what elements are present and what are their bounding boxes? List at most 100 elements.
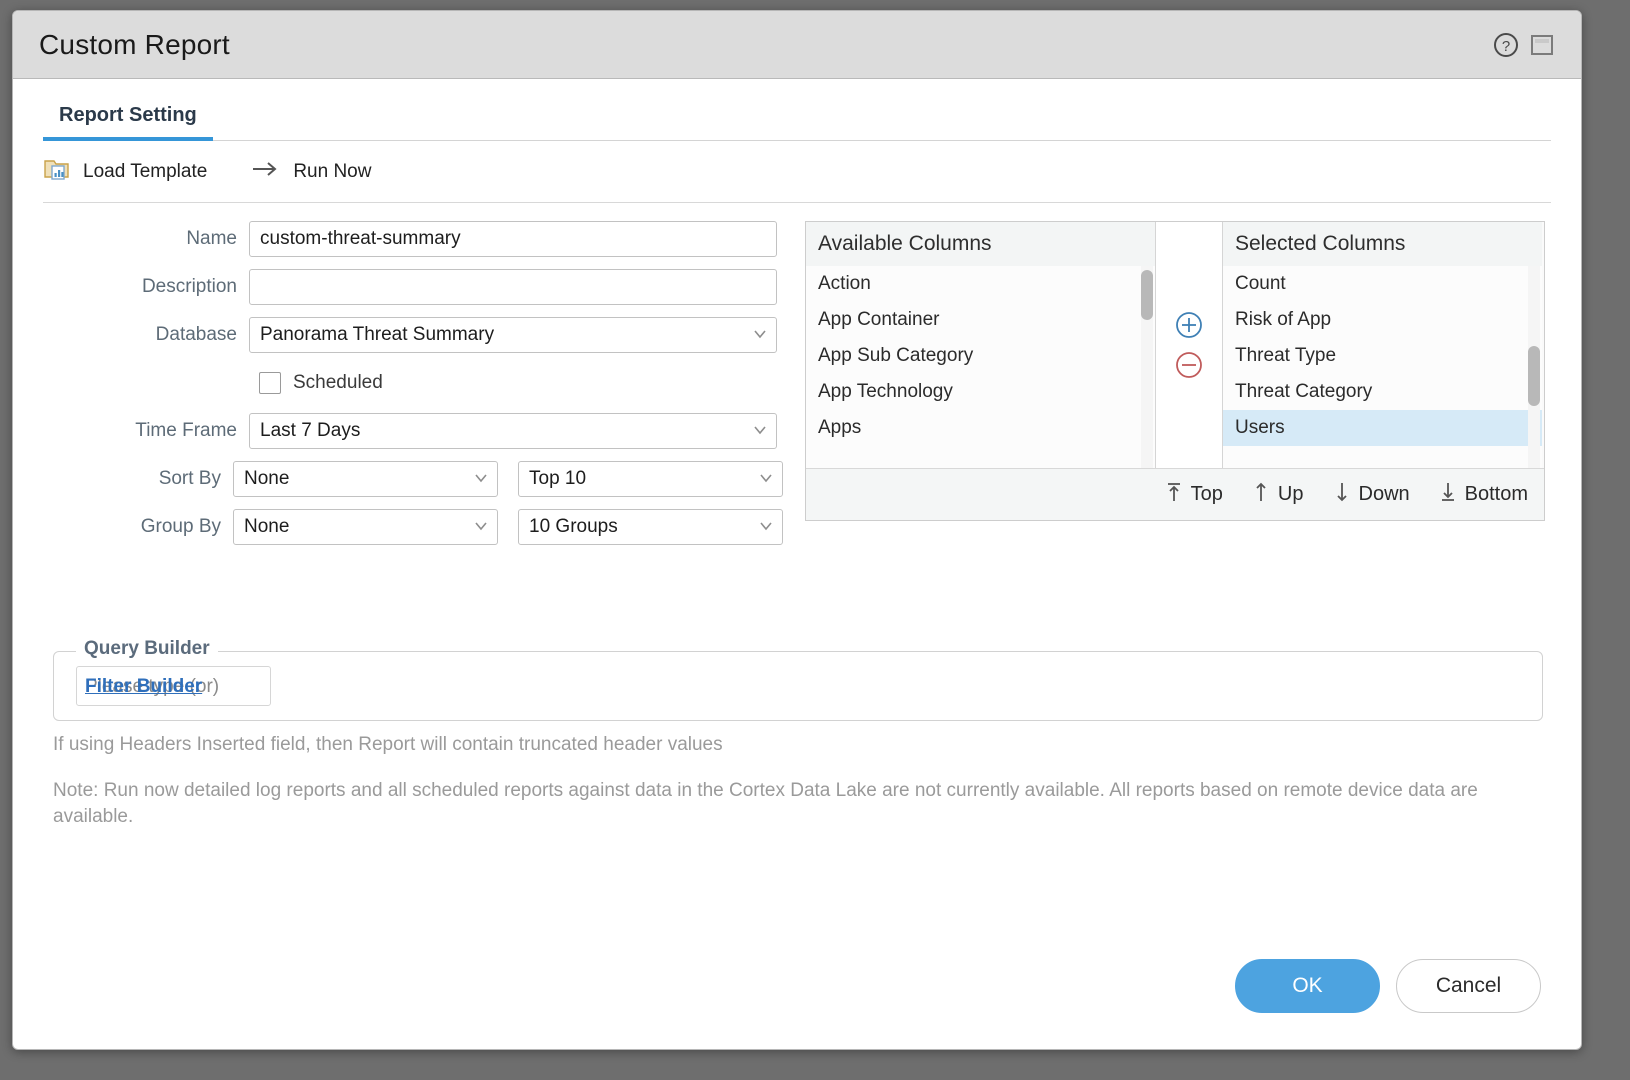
- scheduled-label: Scheduled: [293, 372, 383, 393]
- columns-panel-lists: Available Columns Action App Container A…: [806, 222, 1544, 468]
- description-input[interactable]: [249, 269, 777, 305]
- list-item[interactable]: Threat Type: [1223, 338, 1542, 374]
- list-item-selected[interactable]: Users: [1223, 410, 1542, 446]
- group-by-controls: None 10 Groups: [233, 509, 783, 545]
- arrow-to-top-icon: [1166, 481, 1182, 509]
- help-icon[interactable]: ?: [1493, 32, 1519, 58]
- time-frame-value: Last 7 Days: [260, 420, 361, 441]
- remove-column-button[interactable]: [1174, 350, 1204, 380]
- ok-button[interactable]: OK: [1235, 959, 1380, 1013]
- name-value: custom-threat-summary: [260, 228, 461, 249]
- dialog-body: Name custom-threat-summary Description D…: [13, 203, 1581, 1049]
- chevron-down-icon: [753, 423, 767, 437]
- move-up-label: Up: [1277, 483, 1304, 505]
- dialog-titlebar: Custom Report ?: [13, 11, 1581, 79]
- sort-by-select[interactable]: None: [233, 461, 498, 497]
- list-item[interactable]: App Sub Category: [806, 338, 1155, 374]
- field-row-database: Database Panorama Threat Summary: [43, 317, 783, 353]
- dialog-footer: OK Cancel: [1235, 959, 1541, 1013]
- selected-columns-scrollbar[interactable]: [1528, 266, 1540, 468]
- transfer-buttons: [1156, 222, 1222, 468]
- field-row-name: Name custom-threat-summary: [43, 221, 783, 257]
- report-settings-form: Name custom-threat-summary Description D…: [43, 221, 783, 557]
- move-down-button[interactable]: Down: [1334, 481, 1410, 509]
- arrow-right-icon: [251, 159, 281, 185]
- group-by-value: None: [244, 516, 290, 537]
- name-label: Name: [186, 228, 237, 249]
- columns-reorder-toolbar: Top Up Down Bottom: [806, 468, 1544, 520]
- move-up-button[interactable]: Up: [1253, 481, 1304, 509]
- chevron-down-icon: [753, 327, 767, 341]
- list-item[interactable]: App Container: [806, 302, 1155, 338]
- group-by-count-select[interactable]: 10 Groups: [518, 509, 783, 545]
- load-template-label: Load Template: [83, 161, 208, 182]
- filter-builder-link[interactable]: Filter Builder: [85, 676, 202, 698]
- headers-inserted-hint: If using Headers Inserted field, then Re…: [53, 734, 723, 755]
- form-and-columns-row: Name custom-threat-summary Description D…: [43, 203, 1551, 557]
- selected-columns-header: Selected Columns: [1223, 222, 1542, 266]
- query-builder-input[interactable]: Please type (or) Filter Builder: [76, 666, 271, 706]
- sort-by-value: None: [244, 468, 290, 489]
- action-bar: Load Template Run Now: [43, 141, 1551, 203]
- group-by-count-value: 10 Groups: [529, 516, 618, 537]
- sort-by-count-select[interactable]: Top 10: [518, 461, 783, 497]
- add-column-button[interactable]: [1174, 310, 1204, 340]
- cancel-button[interactable]: Cancel: [1396, 959, 1541, 1013]
- move-bottom-button[interactable]: Bottom: [1440, 481, 1528, 509]
- field-row-sort-by: Sort By None Top 10: [43, 461, 783, 497]
- run-now-button[interactable]: Run Now: [251, 159, 371, 185]
- arrow-up-icon: [1253, 481, 1269, 509]
- move-top-button[interactable]: Top: [1166, 481, 1223, 509]
- scrollbar-thumb[interactable]: [1141, 270, 1153, 320]
- move-down-label: Down: [1358, 483, 1410, 505]
- group-by-select[interactable]: None: [233, 509, 498, 545]
- list-item[interactable]: Action: [806, 266, 1155, 302]
- list-item[interactable]: Threat Category: [1223, 374, 1542, 410]
- database-value: Panorama Threat Summary: [260, 324, 495, 345]
- list-item[interactable]: Apps: [806, 410, 1155, 446]
- scrollbar-thumb[interactable]: [1528, 346, 1540, 406]
- folder-chart-icon: [43, 156, 71, 188]
- chevron-down-icon: [759, 519, 773, 533]
- move-top-label: Top: [1190, 483, 1223, 505]
- chevron-down-icon: [474, 471, 488, 485]
- list-item[interactable]: Risk of App: [1223, 302, 1542, 338]
- tab-report-setting[interactable]: Report Setting: [43, 105, 213, 141]
- database-label: Database: [155, 324, 237, 345]
- arrow-down-icon: [1334, 481, 1350, 509]
- field-row-group-by: Group By None 10 Groups: [43, 509, 783, 545]
- description-label: Description: [141, 276, 237, 297]
- group-by-label: Group By: [140, 516, 221, 537]
- cortex-data-lake-note: Note: Run now detailed log reports and a…: [53, 780, 1478, 827]
- move-bottom-label: Bottom: [1464, 483, 1528, 505]
- available-columns-header: Available Columns: [806, 222, 1155, 266]
- sort-by-count-value: Top 10: [529, 468, 587, 489]
- time-frame-select[interactable]: Last 7 Days: [249, 413, 777, 449]
- available-columns-list: Available Columns Action App Container A…: [806, 222, 1156, 468]
- load-template-button[interactable]: Load Template: [43, 156, 207, 188]
- query-builder-fieldset: Query Builder Please type (or) Filter Bu…: [53, 638, 1543, 721]
- svg-text:?: ?: [1502, 38, 1510, 55]
- titlebar-icons: ?: [1493, 32, 1555, 58]
- field-row-description: Description: [43, 269, 783, 305]
- field-row-time-frame: Time Frame Last 7 Days: [43, 413, 783, 449]
- database-select[interactable]: Panorama Threat Summary: [249, 317, 777, 353]
- list-item[interactable]: App Technology: [806, 374, 1155, 410]
- available-columns-items: Action App Container App Sub Category Ap…: [806, 266, 1155, 468]
- run-now-label: Run Now: [293, 161, 372, 182]
- chevron-down-icon: [474, 519, 488, 533]
- window-restore-icon[interactable]: [1529, 32, 1555, 58]
- custom-report-dialog: Custom Report ? Report Setting Load Temp…: [12, 10, 1582, 1050]
- tab-strip: Report Setting: [43, 79, 1551, 141]
- arrow-to-bottom-icon: [1440, 481, 1456, 509]
- sort-by-label: Sort By: [158, 468, 221, 489]
- list-item[interactable]: Count: [1223, 266, 1542, 302]
- columns-panel: Available Columns Action App Container A…: [805, 221, 1545, 521]
- query-builder-legend: Query Builder: [76, 638, 218, 660]
- name-input[interactable]: custom-threat-summary: [249, 221, 777, 257]
- available-columns-scrollbar[interactable]: [1141, 266, 1153, 468]
- selected-columns-list: Selected Columns Count Risk of App Threa…: [1222, 222, 1542, 468]
- field-row-scheduled: Scheduled: [43, 365, 783, 401]
- page-title: Custom Report: [39, 28, 230, 60]
- scheduled-checkbox[interactable]: [259, 372, 281, 394]
